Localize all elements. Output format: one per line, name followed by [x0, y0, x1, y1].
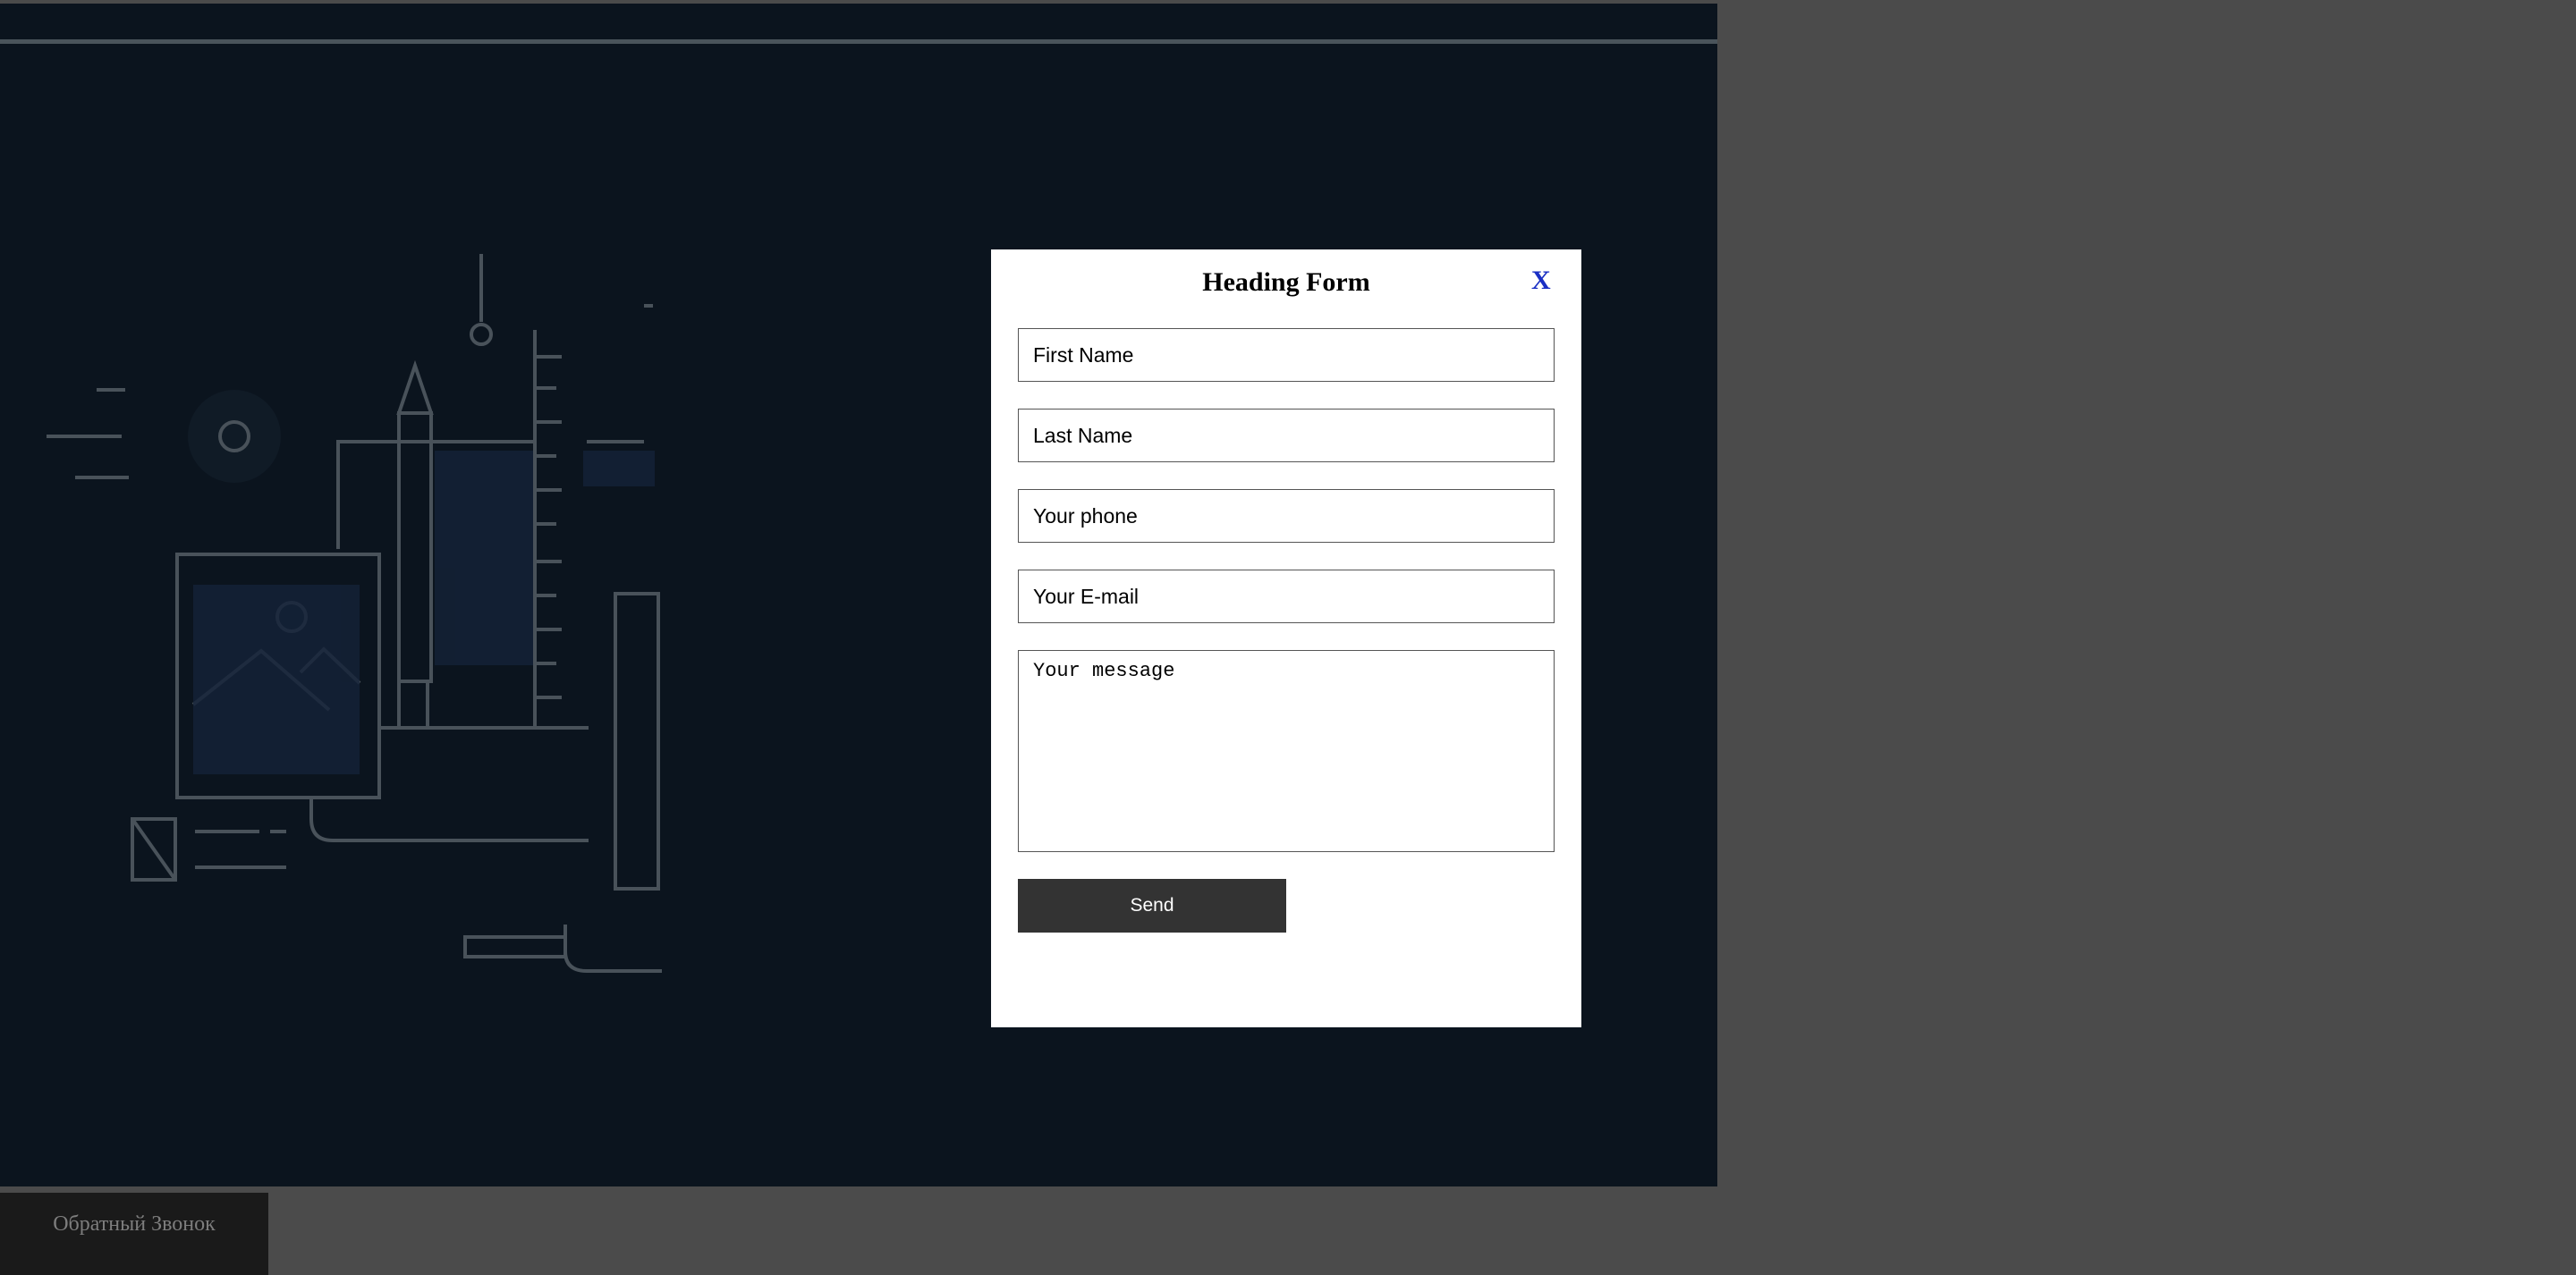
modal-title: Heading Form — [1202, 267, 1370, 297]
callback-tab-label: Обратный Звонок — [53, 1212, 216, 1236]
phone-field[interactable] — [1018, 489, 1555, 543]
close-button[interactable]: X — [1531, 267, 1551, 294]
message-field[interactable] — [1018, 650, 1555, 852]
email-field[interactable] — [1018, 570, 1555, 623]
callback-tab[interactable]: Обратный Звонок — [0, 1193, 268, 1275]
last-name-field[interactable] — [1018, 409, 1555, 462]
send-button[interactable]: Send — [1018, 879, 1286, 933]
contact-form-modal: Heading Form X Send — [991, 249, 1581, 1027]
first-name-field[interactable] — [1018, 328, 1555, 382]
